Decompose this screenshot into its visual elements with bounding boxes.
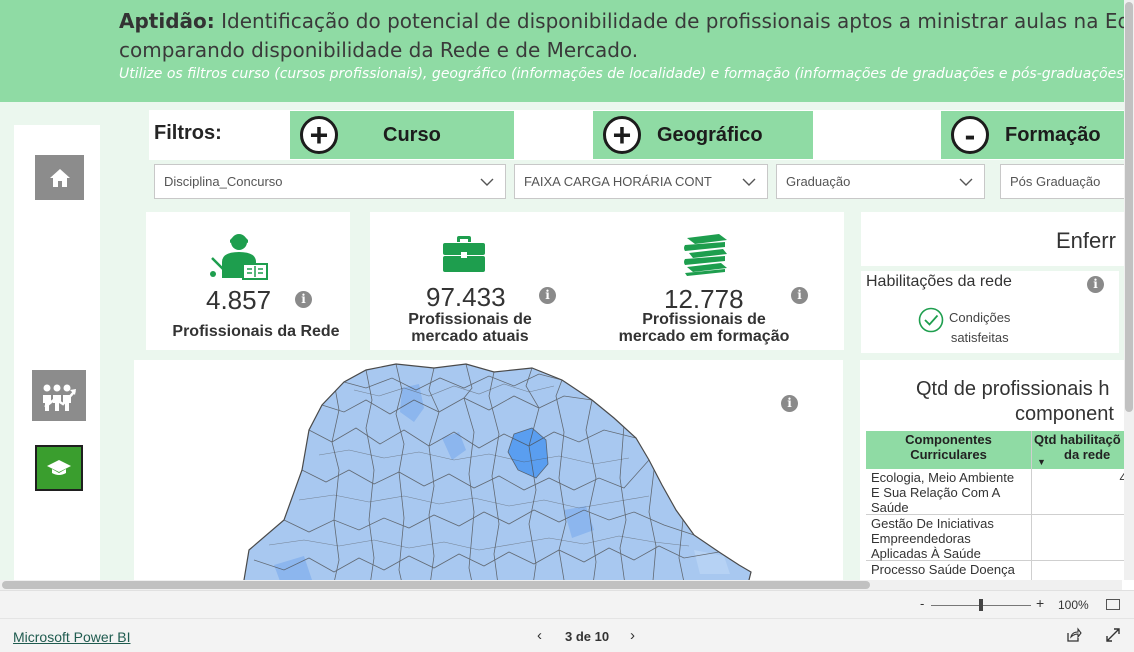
toggle-geografico-label: Geográfico <box>657 123 763 146</box>
kpi-label-line: Profissionais de <box>642 311 766 328</box>
toggle-formacao-label: Formação <box>1005 123 1101 146</box>
header-title-line1: Aptidão: Identificação do potencial de d… <box>119 9 1134 33</box>
toggle-curso-label: Curso <box>383 123 441 146</box>
header-line: Qtd habilitaçõ <box>1034 432 1121 447</box>
left-navigation <box>14 125 100 590</box>
zoom-in-button[interactable]: + <box>1036 595 1044 611</box>
kpi-card-mercado: 97.433 i Profissionais de mercado atuais… <box>370 212 844 350</box>
graduation-button[interactable] <box>35 445 83 491</box>
row-componente: Ecologia, Meio Ambiente E Sua Relação Co… <box>871 470 1015 515</box>
zoom-level: 100% <box>1058 598 1089 612</box>
sort-desc-icon[interactable]: ▼ <box>1037 457 1046 467</box>
vertical-scroll-thumb[interactable] <box>1125 2 1133 412</box>
toggle-geografico[interactable]: + Geográfico <box>593 111 813 159</box>
kpi-mercado-atuais-label: Profissionais de mercado atuais <box>390 311 550 345</box>
home-icon <box>49 168 70 187</box>
kpi-mercado-formacao-label: Profissionais de mercado em formação <box>614 311 794 345</box>
kpi-label-line: mercado atuais <box>411 328 529 345</box>
header-title-bold: Aptidão: <box>119 9 215 33</box>
parana-municipality-map[interactable] <box>134 360 843 590</box>
kpi-label-line: mercado em formação <box>618 328 790 345</box>
info-icon[interactable]: i <box>295 291 312 308</box>
zoom-out-button[interactable]: - <box>920 596 924 611</box>
header-title-line2: comparando disponibilidade da Rede e de … <box>119 38 639 62</box>
check-circle-icon <box>918 307 944 333</box>
dropdown-value: Disciplina_Concurso <box>164 174 283 189</box>
table-title-line1: Qtd de profissionais h <box>916 378 1110 400</box>
habilitacoes-status: Condições satisfeitas <box>949 308 1010 348</box>
info-icon[interactable]: i <box>539 287 556 304</box>
horizontal-scroll-thumb[interactable] <box>2 581 870 589</box>
table-row[interactable]: Ecologia, Meio Ambiente E Sua Relação Co… <box>866 469 1134 515</box>
minus-icon: - <box>951 116 989 154</box>
header-line: da rede <box>1064 447 1111 462</box>
next-page-button[interactable]: › <box>630 627 635 644</box>
report-header: Aptidão: Identificação do potencial de d… <box>0 0 1134 102</box>
kpi-label-line: Profissionais de <box>408 311 532 328</box>
row-componente: Gestão De Iniciativas Empreendedoras Apl… <box>871 516 994 561</box>
zoom-bar: - + 100% <box>0 590 1134 618</box>
plus-icon: + <box>603 116 641 154</box>
power-bi-link[interactable]: Microsoft Power BI <box>13 629 130 645</box>
kpi-card-rede: 4.857 i Profissionais da Rede <box>146 212 350 350</box>
status-line: Condições <box>949 310 1011 325</box>
map-visual[interactable]: i <box>134 360 843 590</box>
chevron-down-icon <box>480 178 494 186</box>
table-header-qtd[interactable]: Qtd habilitaçõ da rede <box>1034 432 1134 462</box>
home-button[interactable] <box>35 155 84 200</box>
fit-to-page-icon[interactable] <box>1106 599 1120 610</box>
header-subtitle: Utilize os filtros curso (cursos profiss… <box>119 66 1129 82</box>
vertical-scrollbar[interactable] <box>1124 0 1134 580</box>
toggle-curso[interactable]: + Curso <box>290 111 514 159</box>
faixa-carga-horaria-dropdown[interactable]: FAIXA CARGA HORÁRIA CONT <box>514 164 768 199</box>
row-componente: Processo Saúde Doença <box>871 562 1015 577</box>
chevron-down-icon <box>742 178 756 186</box>
table-title-line2: component <box>1015 403 1114 425</box>
horizontal-scrollbar[interactable] <box>0 580 1122 590</box>
dropdown-value: FAIXA CARGA HORÁRIA CONT <box>524 174 712 189</box>
chevron-down-icon <box>959 178 973 186</box>
info-icon[interactable]: i <box>781 395 798 412</box>
toggle-formacao[interactable]: - Formação <box>941 111 1134 159</box>
table-row[interactable]: Gestão De Iniciativas Empreendedoras Apl… <box>866 515 1134 561</box>
page-indicator[interactable]: 3 de 10 <box>565 629 609 644</box>
habilitacoes-title: Habilitações da rede <box>866 273 1012 290</box>
previous-page-button[interactable]: ‹ <box>537 627 542 644</box>
briefcase-icon <box>443 236 485 272</box>
disciplina-dropdown[interactable]: Disciplina_Concurso <box>154 164 506 199</box>
graduation-cap-icon <box>47 460 71 475</box>
fullscreen-icon[interactable] <box>1105 627 1121 643</box>
kpi-rede-label: Profissionais da Rede <box>172 323 340 340</box>
table-header: Componentes Curriculares Qtd habilitaçõ … <box>866 431 1134 469</box>
filters-label: Filtros: <box>154 122 222 144</box>
course-title: Enferr <box>1056 228 1116 253</box>
pos-graduacao-dropdown[interactable]: Pós Graduação <box>1000 164 1134 199</box>
status-line: satisfeitas <box>950 330 1009 345</box>
teacher-icon <box>210 234 268 280</box>
footer-bar: Microsoft Power BI ‹ 3 de 10 › <box>0 618 1134 652</box>
report-canvas: Aptidão: Identificação do potencial de d… <box>0 0 1134 590</box>
people-growth-icon <box>43 384 76 411</box>
share-icon[interactable] <box>1066 627 1082 643</box>
info-icon[interactable]: i <box>791 287 808 304</box>
zoom-slider-thumb[interactable] <box>979 599 983 611</box>
dropdown-value: Pós Graduação <box>1010 174 1101 189</box>
kpi-rede-value: 4.857 <box>206 285 272 315</box>
header-title-text: Identificação do potencial de disponibil… <box>214 9 1134 33</box>
table-header-componentes[interactable]: Componentes Curriculares <box>866 432 1031 462</box>
people-growth-button[interactable] <box>32 370 86 421</box>
graduacao-dropdown[interactable]: Graduação <box>776 164 985 199</box>
dropdown-value: Graduação <box>786 174 851 189</box>
plus-icon: + <box>300 116 338 154</box>
kpi-mercado-atuais-value: 97.433 <box>426 282 506 312</box>
info-icon[interactable]: i <box>1087 276 1104 293</box>
books-icon <box>684 234 727 276</box>
